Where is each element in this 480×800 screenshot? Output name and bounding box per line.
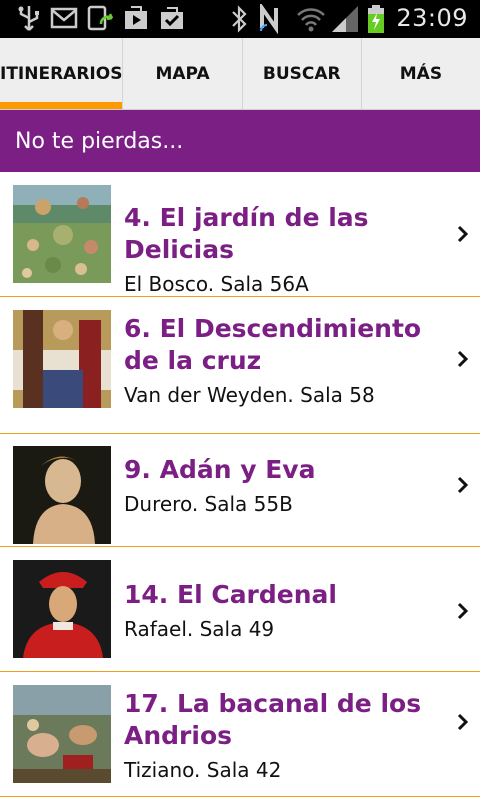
nfc-icon [260, 4, 278, 34]
artwork-subtitle: Tiziano. Sala 42 [124, 758, 282, 782]
list-item[interactable]: 6. El Descendimiento de la cruz Van der … [0, 297, 480, 434]
clock: 23:09 [396, 4, 468, 32]
chevron-right-icon [457, 350, 469, 368]
artwork-thumbnail [13, 310, 111, 408]
tab-itinerarios[interactable]: ITINERARIOS [0, 38, 124, 110]
artwork-title: 6. El Descendimiento de la cruz [124, 314, 422, 375]
artwork-title: 17. La bacanal de los Andrios [124, 689, 422, 750]
chevron-right-icon [457, 225, 469, 243]
artwork-title: 14. El Cardenal [124, 580, 337, 609]
signal-icon [332, 6, 358, 32]
tab-bar: ITINERARIOS MAPA BUSCAR MÁS [0, 38, 480, 110]
chevron-right-icon [457, 713, 469, 731]
artwork-thumbnail [13, 685, 111, 783]
artwork-subtitle: Durero. Sala 55B [124, 492, 293, 516]
artwork-title: 9. Adán y Eva [124, 455, 316, 484]
artwork-thumbnail [13, 560, 111, 658]
tasks-icon [161, 7, 183, 29]
tab-buscar[interactable]: BUSCAR [243, 38, 362, 110]
artwork-subtitle: Rafael. Sala 49 [124, 617, 275, 641]
sync-icon [87, 5, 114, 31]
artwork-list: 4. El jardín de las Delicias El Bosco. S… [0, 172, 480, 797]
artwork-thumbnail [13, 446, 111, 544]
list-item[interactable]: 4. El jardín de las Delicias El Bosco. S… [0, 172, 480, 297]
usb-icon [18, 6, 39, 31]
tab-mapa[interactable]: MAPA [123, 38, 243, 110]
artwork-title: 4. El jardín de las Delicias [124, 203, 369, 264]
list-item[interactable]: 9. Adán y Eva Durero. Sala 55B [0, 434, 480, 547]
status-bar: 23:09 [0, 0, 480, 38]
artwork-subtitle: El Bosco. Sala 56A [124, 272, 309, 296]
section-header: No te pierdas... [0, 110, 480, 172]
section-title: No te pierdas... [15, 128, 184, 154]
bluetooth-icon [232, 5, 247, 33]
artwork-thumbnail [13, 185, 111, 283]
battery-charging-icon [368, 5, 384, 33]
tab-mas[interactable]: MÁS [362, 38, 480, 110]
artwork-subtitle: Van der Weyden. Sala 58 [124, 383, 375, 407]
list-item[interactable]: 14. El Cardenal Rafael. Sala 49 [0, 547, 480, 672]
chevron-right-icon [457, 602, 469, 620]
play-store-icon [125, 6, 147, 29]
gmail-icon [50, 7, 78, 29]
wifi-icon [297, 8, 325, 32]
list-item[interactable]: 17. La bacanal de los Andrios Tiziano. S… [0, 672, 480, 797]
chevron-right-icon [457, 476, 469, 494]
